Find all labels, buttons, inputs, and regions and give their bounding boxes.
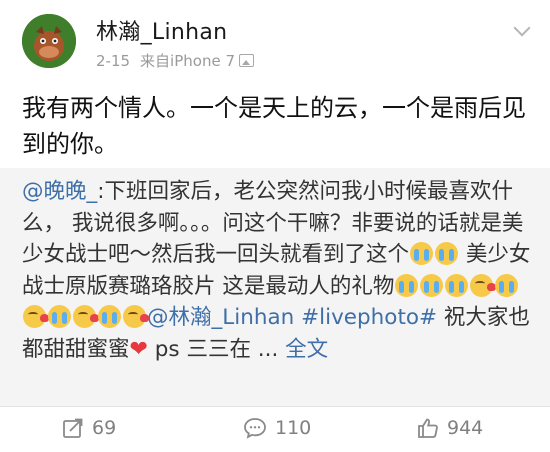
like-count: 944 bbox=[447, 417, 484, 439]
repost-card[interactable]: @晚晚_:下班回家后，老公突然问我小时候最喜欢什么， 我说很多啊。。。问这个干嘛… bbox=[0, 168, 550, 406]
action-bar: 69 110 944 bbox=[0, 406, 550, 452]
username[interactable]: 林瀚_Linhan bbox=[96, 14, 227, 46]
crying-emoji-icon bbox=[445, 273, 469, 297]
repost-button[interactable]: 69 bbox=[62, 417, 116, 439]
crying-emoji-icon bbox=[98, 305, 121, 328]
crying-emoji-icon bbox=[395, 273, 419, 297]
post-date: 2-15 bbox=[96, 52, 131, 70]
repost-text: @晚晚_:下班回家后，老公突然问我小时候最喜欢什么， 我说很多啊。。。问这个干嘛… bbox=[22, 176, 532, 365]
thumbs-up-icon bbox=[418, 418, 438, 438]
post-meta: 2-15 来自iPhone 7 bbox=[96, 50, 254, 71]
like-button[interactable]: 944 bbox=[417, 417, 483, 439]
kiss-emoji-icon bbox=[23, 305, 49, 328]
comment-button[interactable]: 110 bbox=[243, 417, 311, 439]
chevron-down-icon[interactable] bbox=[513, 19, 531, 37]
crying-emoji-icon bbox=[495, 273, 519, 297]
comment-count: 110 bbox=[275, 417, 312, 439]
repost-segment-4: ps 三三在 ... bbox=[147, 336, 286, 362]
post-header: 林瀚_Linhan 2-15 来自iPhone 7 bbox=[0, 0, 550, 86]
hashtag-link[interactable]: #livephoto# bbox=[301, 305, 437, 330]
crying-emoji-icon bbox=[410, 242, 434, 265]
post-source[interactable]: 来自iPhone 7 bbox=[140, 52, 235, 70]
comment-icon bbox=[244, 418, 266, 439]
repost-icon bbox=[63, 418, 83, 438]
kiss-emoji-icon bbox=[123, 305, 149, 328]
post-text: 我有两个情人。一个是天上的云，一个是雨后见到的你。 bbox=[22, 94, 526, 158]
full-text-link[interactable]: 全文 bbox=[285, 337, 328, 362]
crying-emoji-icon bbox=[48, 305, 71, 328]
mention-link-linhan[interactable]: @林瀚_Linhan bbox=[147, 305, 294, 330]
kiss-emoji-icon bbox=[470, 273, 497, 297]
kiss-emoji-icon bbox=[73, 305, 99, 328]
crying-emoji-icon bbox=[420, 273, 444, 297]
avatar-image-icon bbox=[22, 14, 76, 68]
heart-icon: ❤ bbox=[129, 336, 148, 362]
avatar[interactable] bbox=[22, 14, 76, 68]
repost-count: 69 bbox=[92, 417, 117, 439]
crying-emoji-icon bbox=[435, 242, 459, 265]
image-icon bbox=[239, 54, 254, 67]
mention-link[interactable]: @晚晚_ bbox=[22, 179, 97, 204]
